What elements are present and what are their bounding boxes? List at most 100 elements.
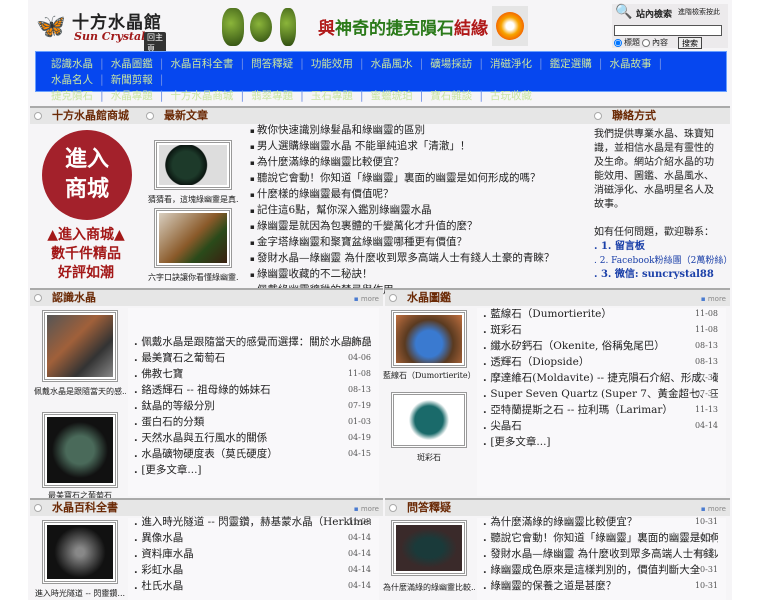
list-item[interactable]: 綠幽靈成色原來是這樣判別的，價值判斷大全10-31 (483, 562, 718, 578)
list-item[interactable]: 尖晶石 04-14 (483, 418, 718, 434)
article-link[interactable]: 為什麼滿綠的綠幽靈比較便宜？ (250, 154, 588, 170)
list-item[interactable]: 鉻透輝石 -- 祖母綠的姊妹石 08-13 (134, 382, 371, 398)
article-link[interactable]: 資料庫水晶 (141, 548, 194, 560)
list-item[interactable]: Super Seven Quartz (Super 7、黃金超七、三輪骨幹...… (483, 386, 718, 402)
list-item[interactable]: [更多文章...] (134, 462, 371, 478)
list-item[interactable]: 蛋白石的分類 01-03 (134, 414, 371, 430)
article-link[interactable]: 發財水晶—綠幽靈 為什麼收到眾多高端人士有錢人土豪的青睞？ (250, 250, 588, 266)
nav-item[interactable]: 玉石專題 (311, 90, 353, 102)
list-item[interactable]: 杜氏水晶 04-14 (134, 578, 371, 594)
article-link[interactable]: 亞特蘭提斯之石 -- 拉利瑪（Larimar） (490, 404, 673, 416)
nav-item[interactable]: 水晶百科全書 (170, 58, 233, 70)
list-item[interactable]: 水晶礦物硬度表（莫氏硬度） 04-15 (134, 446, 371, 462)
article-link[interactable]: 記住這6點，幫你深入鑑別綠幽靈水晶 (250, 202, 588, 218)
article-thumbnail[interactable] (391, 392, 467, 448)
list-item[interactable]: 透輝石（Diopside） 08-13 (483, 354, 718, 370)
nav-item[interactable]: 古玩收藏 (490, 90, 532, 102)
list-item[interactable]: 資料庫水晶 04-14 (134, 546, 371, 562)
list-item[interactable]: 為什麼滿綠的綠幽靈比較便宜？ 10-31 (483, 514, 718, 530)
facebook-link[interactable]: . 2. Facebook粉絲團（2萬粉絲） (594, 254, 732, 268)
list-item[interactable]: 佛教七寶 11-08 (134, 366, 371, 382)
nav-item[interactable]: 礦場採訪 (430, 58, 472, 70)
list-item[interactable]: 斑彩石 11-08 (483, 322, 718, 338)
list-item[interactable]: 摩達維石(Moldavite) -- 捷克隕石介紹、形成、礦區07-31 (483, 370, 718, 386)
nav-item[interactable]: 寶石雜談 (430, 90, 472, 102)
guestbook-link[interactable]: . 1. 留言板 (594, 240, 722, 254)
article-thumbnail[interactable] (391, 520, 467, 576)
article-link[interactable]: 什麼樣的綠幽靈最有價值呢？ (250, 186, 588, 202)
more-link[interactable]: more (354, 291, 379, 307)
article-thumbnail[interactable] (391, 310, 467, 368)
article-link[interactable]: 聽說它會動！你知道「綠幽靈」裏面的幽靈是如何形... (490, 532, 718, 544)
article-link[interactable]: 綠幽靈的保養之道是甚麼？ (490, 580, 616, 592)
article-link[interactable]: 金字塔綠幽靈和聚寶盆綠幽靈哪種更有價值？ (250, 234, 588, 250)
advanced-search-link[interactable]: 進階檢索按此 (678, 7, 720, 17)
article-link[interactable]: 尖晶石 (490, 420, 522, 432)
article-link[interactable]: 鈦晶的等級分別 (141, 400, 215, 412)
article-link[interactable]: 為什麼滿綠的綠幽靈比較便宜？ (490, 516, 637, 528)
article-link[interactable]: 異像水晶 (141, 532, 183, 544)
nav-item[interactable]: 蜜蠟琥珀 (371, 90, 413, 102)
article-thumbnail[interactable] (42, 412, 118, 488)
thumbnail-caption[interactable]: 斑彩石 (383, 452, 475, 463)
list-item[interactable]: 佩戴水晶是跟隨當天的感覺而選擇：關於水晶飾品的...10-19 (134, 334, 371, 350)
site-logo[interactable]: 🦋 十方水晶館 Sun Crystal 回主頁 (36, 8, 166, 54)
article-link[interactable]: Super Seven Quartz (Super 7、黃金超七、三輪骨幹... (490, 388, 718, 400)
article-thumbnail[interactable] (42, 520, 118, 584)
thumbnail-caption[interactable]: 猜猜看，這塊綠幽靈是真... (148, 194, 238, 205)
more-link[interactable]: more (701, 291, 726, 307)
article-link[interactable]: 聽說它會動！你知道「綠幽靈」裏面的幽靈是如何形成的嗎？ (250, 170, 588, 186)
article-link[interactable]: 進入時光隧道 -- 閃靈鑽，赫基蒙水晶（Herkimer Di... (141, 516, 371, 528)
article-link[interactable]: 佛教七寶 (141, 368, 183, 380)
article-link[interactable]: 纖水矽鈣石（Okenite, 俗稱兔尾巴） (490, 340, 664, 352)
article-link[interactable]: 透輝石（Diopside） (490, 356, 589, 368)
nav-item[interactable]: 水晶故事 (609, 58, 651, 70)
article-link[interactable]: 藍線石（Dumortierite） (490, 308, 612, 320)
article-thumbnail[interactable] (154, 140, 232, 190)
article-link[interactable]: 水晶礦物硬度表（莫氏硬度） (141, 448, 278, 460)
article-link[interactable]: 綠幽靈收藏的不二秘訣！ (250, 266, 588, 282)
article-link[interactable]: [更多文章...] (141, 464, 201, 476)
thumbnail-caption[interactable]: 佩戴水晶是跟隨當天的感... (34, 386, 126, 397)
nav-item[interactable]: 消磁淨化 (490, 58, 532, 70)
article-link[interactable]: 教你快速識別綠髮晶和綠幽靈的區別 (250, 122, 588, 138)
list-item[interactable]: 聽說它會動！你知道「綠幽靈」裏面的幽靈是如何形...10-31 (483, 530, 718, 546)
list-item[interactable]: 藍線石（Dumortierite） 11-08 (483, 306, 718, 322)
thumbnail-caption[interactable]: 六字口訣讓你看懂綠幽靈... (148, 272, 238, 283)
nav-item[interactable]: 認識水晶 (51, 58, 93, 70)
list-item[interactable]: 進入時光隧道 -- 閃靈鑽，赫基蒙水晶（Herkimer Di...11-08 (134, 514, 371, 530)
search-input[interactable] (614, 25, 722, 36)
list-item[interactable]: 天然水晶與五行風水的關係 04-19 (134, 430, 371, 446)
list-item[interactable]: 鈦晶的等級分別 07-19 (134, 398, 371, 414)
article-link[interactable]: 發財水晶—綠幽靈 為什麼收到眾多高端人士有錢人土... (490, 548, 718, 560)
nav-item[interactable]: 捷克隕石 (51, 90, 93, 102)
nav-item[interactable]: 鑑定選購 (550, 58, 592, 70)
list-item[interactable]: 異像水晶 04-14 (134, 530, 371, 546)
list-item[interactable]: 發財水晶—綠幽靈 為什麼收到眾多高端人士有錢人土...10-31 (483, 546, 718, 562)
nav-item[interactable]: 功能效用 (311, 58, 353, 70)
article-link[interactable]: [更多文章...] (490, 436, 550, 448)
nav-item[interactable]: 水晶風水 (371, 58, 413, 70)
list-item[interactable]: 彩虹水晶 04-14 (134, 562, 371, 578)
thumbnail-caption[interactable]: 為什麼滿綠的綠幽靈比較... (383, 582, 475, 593)
article-thumbnail[interactable] (154, 208, 232, 268)
article-link[interactable]: 彩虹水晶 (141, 564, 183, 576)
article-link[interactable]: 綠幽靈成色原來是這樣判別的，價值判斷大全 (490, 564, 700, 576)
banner-text[interactable]: 與神奇的捷克隕石結緣 (318, 14, 488, 39)
article-link[interactable]: 斑彩石 (490, 324, 522, 336)
nav-item[interactable]: 水晶名人 (51, 74, 93, 86)
list-item[interactable]: 纖水矽鈣石（Okenite, 俗稱兔尾巴） 08-13 (483, 338, 718, 354)
home-icon[interactable] (492, 6, 528, 46)
nav-item[interactable]: 水晶專題 (111, 90, 153, 102)
article-link[interactable]: 佩戴水晶是跟隨當天的感覺而選擇：關於水晶飾品的... (141, 336, 371, 348)
article-link[interactable]: 鉻透輝石 -- 祖母綠的姊妹石 (141, 384, 270, 396)
article-link[interactable]: 蛋白石的分類 (141, 416, 204, 428)
wechat-link[interactable]: . 3. 微信: suncrystal88 (594, 268, 722, 282)
article-link[interactable]: 摩達維石(Moldavite) -- 捷克隕石介紹、形成、礦區 (490, 372, 718, 384)
article-link[interactable]: 綠幽靈是就因為包裹體的千變萬化才升值的麼？ (250, 218, 588, 234)
search-button[interactable]: 搜索 (678, 37, 702, 49)
nav-item[interactable]: 水晶圖鑑 (111, 58, 153, 70)
list-item[interactable]: 最美寶石之葡萄石 04-06 (134, 350, 371, 366)
article-thumbnail[interactable] (42, 310, 118, 382)
nav-item[interactable]: 問答釋疑 (251, 58, 293, 70)
